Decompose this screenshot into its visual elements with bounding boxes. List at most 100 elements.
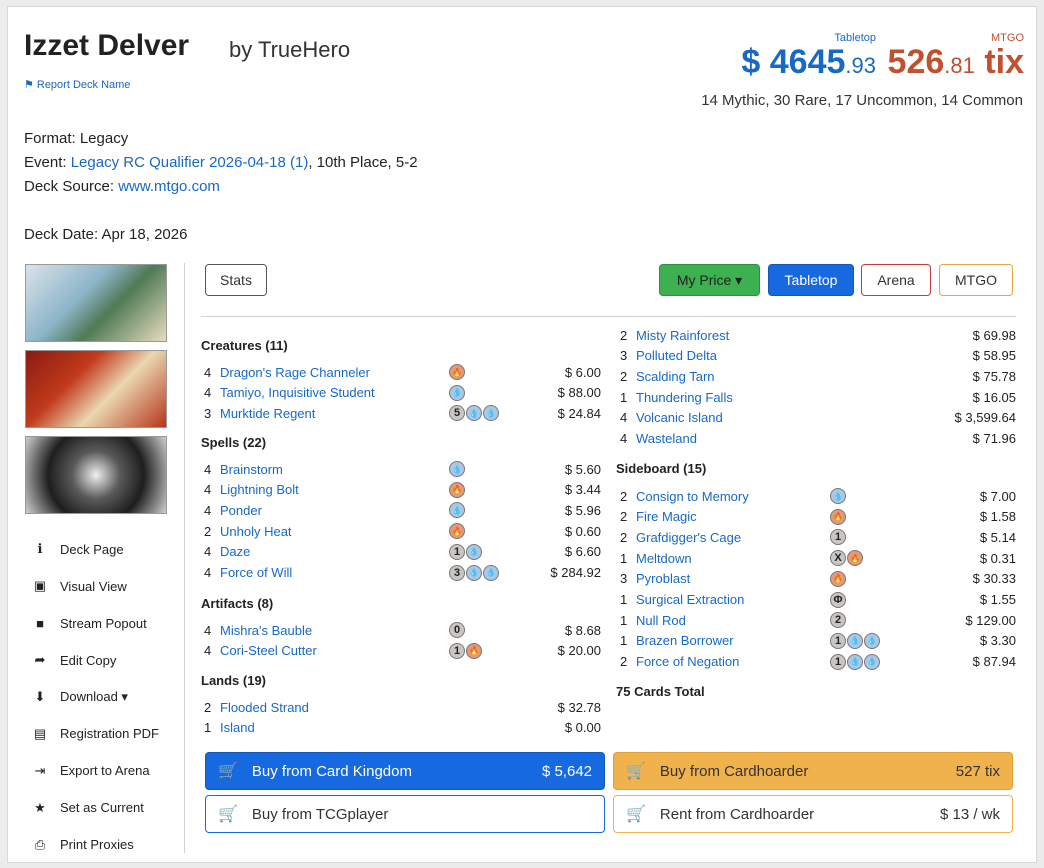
card-name-link[interactable]: Fire Magic: [636, 509, 697, 524]
cards-total: 75 Cards Total: [616, 684, 705, 699]
red-mana-icon: 🔥: [466, 642, 482, 659]
tabletop-price-cents: .93: [845, 53, 876, 78]
sidebar-item-label: Registration PDF: [60, 726, 159, 742]
card-art-thumbnail[interactable]: [25, 350, 167, 428]
card-price: $ 1.55: [979, 592, 1016, 607]
card-quantity: 4: [620, 410, 628, 426]
mana-cost: 1 💧 💧: [830, 653, 880, 670]
card-price: $ 3.44: [564, 482, 601, 498]
card-name-link[interactable]: Null Rod: [636, 613, 686, 628]
card-name-link[interactable]: Brainstorm: [220, 462, 283, 477]
card-row: 2 Grafdigger's Cage 1 $ 5.14: [620, 527, 1016, 547]
stats-button[interactable]: Stats: [205, 264, 267, 296]
card-row: 4 Mishra's Bauble 0 $ 8.68: [204, 620, 601, 640]
event-prefix: Event:: [24, 154, 71, 171]
card-price: $ 69.98: [972, 327, 1016, 343]
card-name-link[interactable]: Mishra's Bauble: [220, 623, 312, 638]
sidebar-item[interactable]: ⇥ Export to Arena: [32, 752, 182, 789]
card-name-link[interactable]: Pyroblast: [636, 571, 690, 586]
report-deck-name-link[interactable]: ⚑ Report Deck Name: [24, 78, 130, 92]
card-name-link[interactable]: Scalding Tarn: [636, 369, 715, 384]
tabletop-price: $ 4645.93: [741, 43, 876, 82]
card-price: $ 7.00: [979, 488, 1016, 504]
card-name-link[interactable]: Misty Rainforest: [636, 328, 729, 343]
card-name-link[interactable]: Consign to Memory: [636, 489, 749, 504]
sidebar-item[interactable]: ➦ Edit Copy: [32, 642, 182, 679]
mana-cost: 🔥: [449, 523, 465, 540]
blue-mana-icon: 💧: [449, 461, 465, 477]
source-link[interactable]: www.mtgo.com: [118, 178, 220, 195]
card-name-link[interactable]: Wasteland: [636, 431, 697, 446]
card-name-link[interactable]: Island: [220, 720, 255, 735]
card-name-link[interactable]: Meltdown: [636, 551, 692, 566]
red-mana-icon: 🔥: [449, 523, 465, 540]
card-art-thumbnail[interactable]: [25, 436, 167, 514]
card-quantity: 2: [620, 654, 628, 670]
sidebar-item[interactable]: ▣ Visual View: [32, 568, 182, 605]
card-name-link[interactable]: Thundering Falls: [636, 390, 733, 405]
card-row: 3 Polluted Delta $ 58.95: [620, 346, 1016, 366]
card-price: $ 129.00: [965, 612, 1016, 628]
card-price: $ 71.96: [972, 431, 1016, 446]
card-art-thumbnail[interactable]: [25, 264, 167, 342]
card-quantity: 4: [204, 482, 212, 498]
generic-mana-icon: Φ: [830, 591, 846, 608]
generic-mana-icon: 2: [830, 612, 846, 629]
card-row: 2 Force of Negation 1 💧 💧 $ 87.94: [620, 652, 1016, 672]
sidebar-item[interactable]: ■ Stream Popout: [32, 605, 182, 642]
card-name-link[interactable]: Flooded Strand: [220, 700, 309, 715]
card-name-link[interactable]: Force of Negation: [636, 654, 739, 669]
video-icon: ■: [36, 615, 44, 631]
sidebar-item[interactable]: ℹ Deck Page: [32, 531, 182, 568]
card-row: 4 Force of Will 3 💧 💧 $ 284.92: [204, 563, 601, 583]
mtgo-price-whole: 526: [887, 43, 945, 81]
card-name-link[interactable]: Volcanic Island: [636, 410, 723, 425]
card-name-link[interactable]: Polluted Delta: [636, 348, 717, 363]
deck-author[interactable]: by TrueHero: [229, 37, 350, 63]
export-icon: ⇥: [34, 762, 46, 778]
card-name-link[interactable]: Force of Will: [220, 565, 292, 580]
featured-card-thumbnails: [25, 264, 167, 522]
card-quantity: 1: [204, 720, 212, 736]
card-price: $ 1.58: [979, 509, 1016, 525]
rent-cardhoarder-button[interactable]: 🛒 Rent from Cardhoarder $ 13 / wk: [613, 795, 1013, 833]
card-name-link[interactable]: Brazen Borrower: [636, 633, 734, 648]
sidebar-item[interactable]: ⎙ Print Proxies: [32, 826, 182, 863]
generic-mana-icon: 5: [449, 405, 465, 422]
blue-mana-icon: 💧: [449, 384, 465, 401]
buy-cardhoarder-button[interactable]: 🛒 Buy from Cardhoarder 527 tix: [613, 752, 1013, 790]
my-price-dropdown[interactable]: My Price ▾: [659, 264, 760, 296]
card-name-link[interactable]: Murktide Regent: [220, 406, 315, 421]
mana-cost: X 🔥: [830, 550, 863, 567]
card-name-link[interactable]: Daze: [220, 544, 250, 559]
card-name-link[interactable]: Grafdigger's Cage: [636, 530, 741, 545]
card-name-link[interactable]: Cori-Steel Cutter: [220, 643, 317, 658]
section-title: Artifacts (8): [201, 596, 274, 611]
sidebar-item-label: Print Proxies: [60, 837, 134, 853]
card-name-link[interactable]: Tamiyo, Inquisitive Student: [220, 385, 375, 400]
tabletop-tab[interactable]: Tabletop: [768, 264, 854, 296]
card-quantity: 2: [204, 523, 212, 539]
sidebar-item[interactable]: ⬇ Download ▾: [32, 679, 182, 716]
buy-card-kingdom-button[interactable]: 🛒 Buy from Card Kingdom $ 5,642: [205, 752, 605, 790]
card-name-link[interactable]: Dragon's Rage Channeler: [220, 365, 370, 380]
sidebar-item[interactable]: ▤ Registration PDF: [32, 715, 182, 752]
rent-price: $ 13 / wk: [939, 805, 1000, 823]
card-quantity: 3: [620, 348, 628, 364]
card-name-link[interactable]: Unholy Heat: [220, 524, 292, 539]
mtgo-tab[interactable]: MTGO: [939, 264, 1013, 296]
card-row: 4 Daze 1 💧 $ 6.60: [204, 542, 601, 562]
card-name-link[interactable]: Surgical Extraction: [636, 592, 744, 607]
buy-tcgplayer-button[interactable]: 🛒 Buy from TCGplayer: [205, 795, 605, 833]
deck-date: Deck Date: Apr 18, 2026: [24, 226, 188, 243]
card-name-link[interactable]: Ponder: [220, 503, 262, 518]
sidebar-item[interactable]: ★ Set as Current: [32, 789, 182, 826]
event-link[interactable]: Legacy RC Qualifier 2026-04-18 (1): [71, 154, 309, 171]
arena-tab[interactable]: Arena: [861, 264, 931, 296]
card-price: $ 0.31: [979, 550, 1016, 566]
card-price: $ 284.92: [550, 565, 601, 580]
card-quantity: 3: [204, 405, 212, 421]
red-mana-icon: 🔥: [830, 570, 846, 587]
card-price: $ 0.00: [564, 720, 601, 736]
card-name-link[interactable]: Lightning Bolt: [220, 482, 299, 497]
